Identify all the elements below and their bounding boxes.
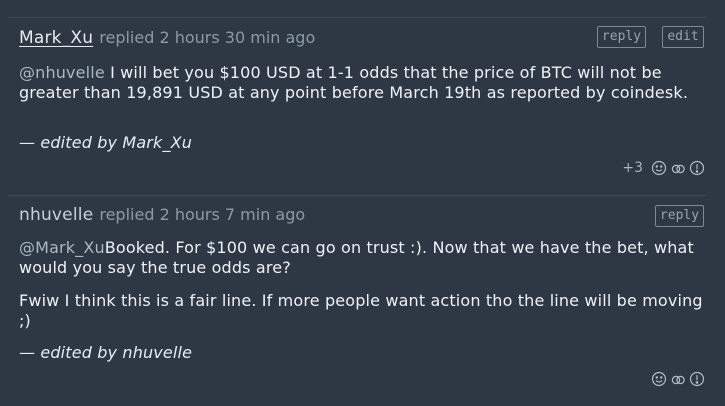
reply-timestamp: replied 2 hours 7 min ago bbox=[99, 205, 306, 224]
comment: nhuvelle replied 2 hours 7 min ago reply … bbox=[0, 195, 725, 406]
comment-text: Fwiw I think this is a fair line. If mor… bbox=[19, 291, 703, 330]
flag-icon[interactable] bbox=[689, 371, 705, 387]
comment: Mark_Xu replied 2 hours 30 min ago reply … bbox=[0, 17, 725, 195]
edited-note: — edited by Mark_Xu bbox=[19, 133, 193, 152]
reply-timestamp: replied 2 hours 30 min ago bbox=[99, 28, 316, 47]
link-icon[interactable] bbox=[670, 371, 686, 387]
divider bbox=[8, 17, 706, 18]
divider bbox=[8, 195, 706, 196]
username-link[interactable]: Mark_Xu bbox=[19, 28, 93, 48]
link-icon[interactable] bbox=[670, 160, 686, 176]
reply-button[interactable]: reply bbox=[597, 26, 646, 48]
comment-header: Mark_Xu replied 2 hours 30 min ago bbox=[19, 28, 315, 50]
comment-text: I will bet you $100 USD at 1-1 odds that… bbox=[19, 63, 689, 102]
comment-thread: Mark_Xu replied 2 hours 30 min ago reply … bbox=[0, 0, 725, 406]
username-link[interactable]: nhuvelle bbox=[19, 205, 93, 225]
mention-link[interactable]: @nhuvelle bbox=[19, 63, 105, 82]
comment-actions: +3 bbox=[622, 158, 705, 178]
comment-text: Booked. For $100 we can go on trust :). … bbox=[19, 238, 694, 277]
smiley-icon[interactable] bbox=[651, 371, 667, 387]
mention-link[interactable]: @Mark_Xu bbox=[19, 238, 105, 257]
comment-header: nhuvelle replied 2 hours 7 min ago bbox=[19, 205, 305, 227]
smiley-icon[interactable] bbox=[651, 160, 667, 176]
comment-body: @nhuvelle I will bet you $100 USD at 1-1… bbox=[19, 63, 705, 103]
edit-button[interactable]: edit bbox=[662, 26, 704, 48]
flag-icon[interactable] bbox=[689, 160, 705, 176]
reply-button[interactable]: reply bbox=[655, 205, 704, 227]
edited-note: — edited by nhuvelle bbox=[19, 343, 193, 362]
comment-body: @Mark_XuBooked. For $100 we can go on tr… bbox=[19, 238, 705, 278]
vote-count[interactable]: +3 bbox=[622, 160, 643, 176]
comment-actions bbox=[651, 369, 705, 389]
